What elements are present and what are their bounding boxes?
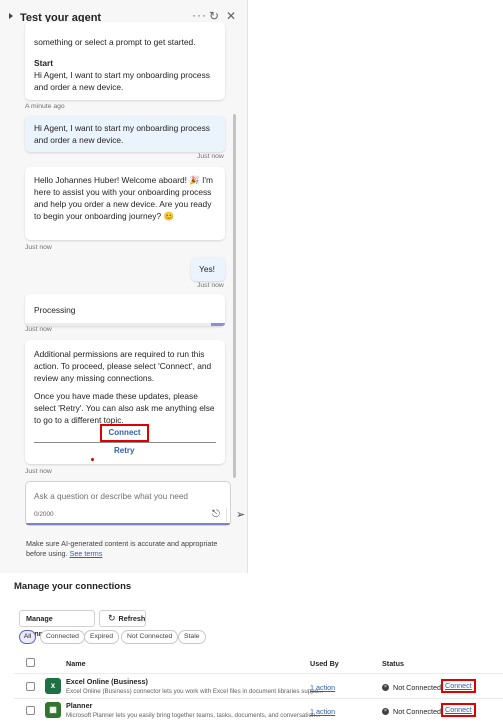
disclaimer-text: Make sure AI-generated content is accura… (26, 539, 218, 558)
char-count: 0/2000 (34, 511, 54, 518)
filter-not-connected[interactable]: Not Connected (121, 630, 179, 644)
connection-description: Excel Online (Business) connector lets y… (66, 688, 324, 695)
row-checkbox[interactable] (26, 682, 35, 691)
section-title: Manage your connections (14, 581, 132, 592)
send-icon[interactable]: ➢ (236, 508, 245, 521)
intro-card: something or select a prompt to get star… (25, 22, 225, 100)
status-text: Not Connected (393, 683, 441, 692)
message-text: Hello Johannes Huber! Welcome aboard! 🎉 … (34, 175, 213, 221)
start-prompt[interactable]: Hi Agent, I want to start my onboarding … (34, 69, 219, 93)
timestamp: Just now (25, 244, 52, 251)
chat-input[interactable]: Ask a question or describe what you need (34, 491, 188, 501)
chat-composer[interactable]: Ask a question or describe what you need… (25, 481, 245, 526)
connection-name: Excel Online (Business) (66, 677, 148, 686)
filter-connected[interactable]: Connected (40, 630, 85, 644)
connection-description: Microsoft Planner lets you easily bring … (66, 712, 321, 719)
used-by-link[interactable]: 1 action (310, 683, 335, 692)
close-icon[interactable]: ✕ (226, 10, 236, 22)
refresh-button[interactable]: ↻ Refresh (99, 610, 146, 627)
connections-section: Manage your connections Manage connectio… (0, 573, 503, 723)
not-connected-icon: × (382, 684, 389, 691)
column-used-by[interactable]: Used By (310, 659, 339, 668)
row-divider (14, 673, 503, 674)
timestamp: Just now (197, 282, 224, 289)
used-by-link[interactable]: 1 action (310, 707, 335, 716)
manage-connections-button[interactable]: Manage connections (19, 610, 95, 638)
filter-all[interactable]: All (19, 630, 36, 644)
intro-text: something or select a prompt to get star… (34, 37, 196, 47)
user-message: Hi Agent, I want to start my onboarding … (25, 116, 225, 152)
select-all-checkbox[interactable] (26, 658, 35, 667)
connection-name: Planner (66, 701, 93, 710)
message-text: Hi Agent, I want to start my onboarding … (34, 123, 210, 145)
terms-link[interactable]: See terms (70, 549, 103, 558)
retry-button[interactable]: Retry (114, 446, 134, 455)
chat-scrollbar[interactable] (233, 114, 236, 478)
permission-text-2: Once you have made these updates, please… (34, 391, 215, 425)
not-connected-icon: × (382, 708, 389, 715)
connect-link[interactable]: Connect (441, 679, 476, 693)
filter-stale[interactable]: Stale (178, 630, 206, 644)
connect-button[interactable]: Connect (100, 424, 149, 442)
excel-icon: x (45, 678, 61, 694)
message-text: Yes! (199, 264, 215, 274)
divider (226, 508, 227, 522)
row-divider (14, 698, 503, 699)
progress-bar (25, 323, 225, 326)
bot-message: Hello Johannes Huber! Welcome aboard! 🎉 … (25, 167, 225, 240)
refresh-icon: ↻ (108, 613, 116, 623)
timestamp: Just now (25, 468, 52, 475)
paperclip-icon[interactable]: ⎋ (212, 509, 220, 520)
chevron-right-icon[interactable] (9, 13, 13, 19)
disclaimer: Make sure AI-generated content is accura… (26, 539, 238, 559)
planner-icon: ▦ (45, 702, 61, 718)
annotation-dot (91, 458, 94, 461)
processing-card: Processing (25, 294, 225, 326)
processing-text: Processing (34, 305, 76, 315)
timestamp: A minute ago (25, 103, 65, 110)
connect-link[interactable]: Connect (441, 703, 476, 717)
filter-expired[interactable]: Expired (84, 630, 120, 644)
progress-fill (211, 323, 225, 326)
permission-text-1: Additional permissions are required to r… (34, 349, 212, 383)
row-checkbox[interactable] (26, 706, 35, 715)
refresh-icon[interactable]: ↻ (209, 10, 219, 22)
status-text: Not Connected (393, 707, 441, 716)
timestamp: Just now (25, 326, 52, 333)
focus-underline (26, 523, 230, 525)
more-horizontal-icon[interactable]: ··· (192, 9, 207, 21)
column-name[interactable]: Name (66, 659, 86, 668)
timestamp: Just now (197, 153, 224, 160)
start-label: Start (34, 58, 54, 68)
card-divider (34, 442, 216, 443)
test-agent-panel: Test your agent ··· ↻ ✕ something or sel… (0, 0, 248, 573)
column-status[interactable]: Status (382, 659, 404, 668)
user-message: Yes! (191, 257, 225, 281)
refresh-label: Refresh (118, 614, 146, 623)
